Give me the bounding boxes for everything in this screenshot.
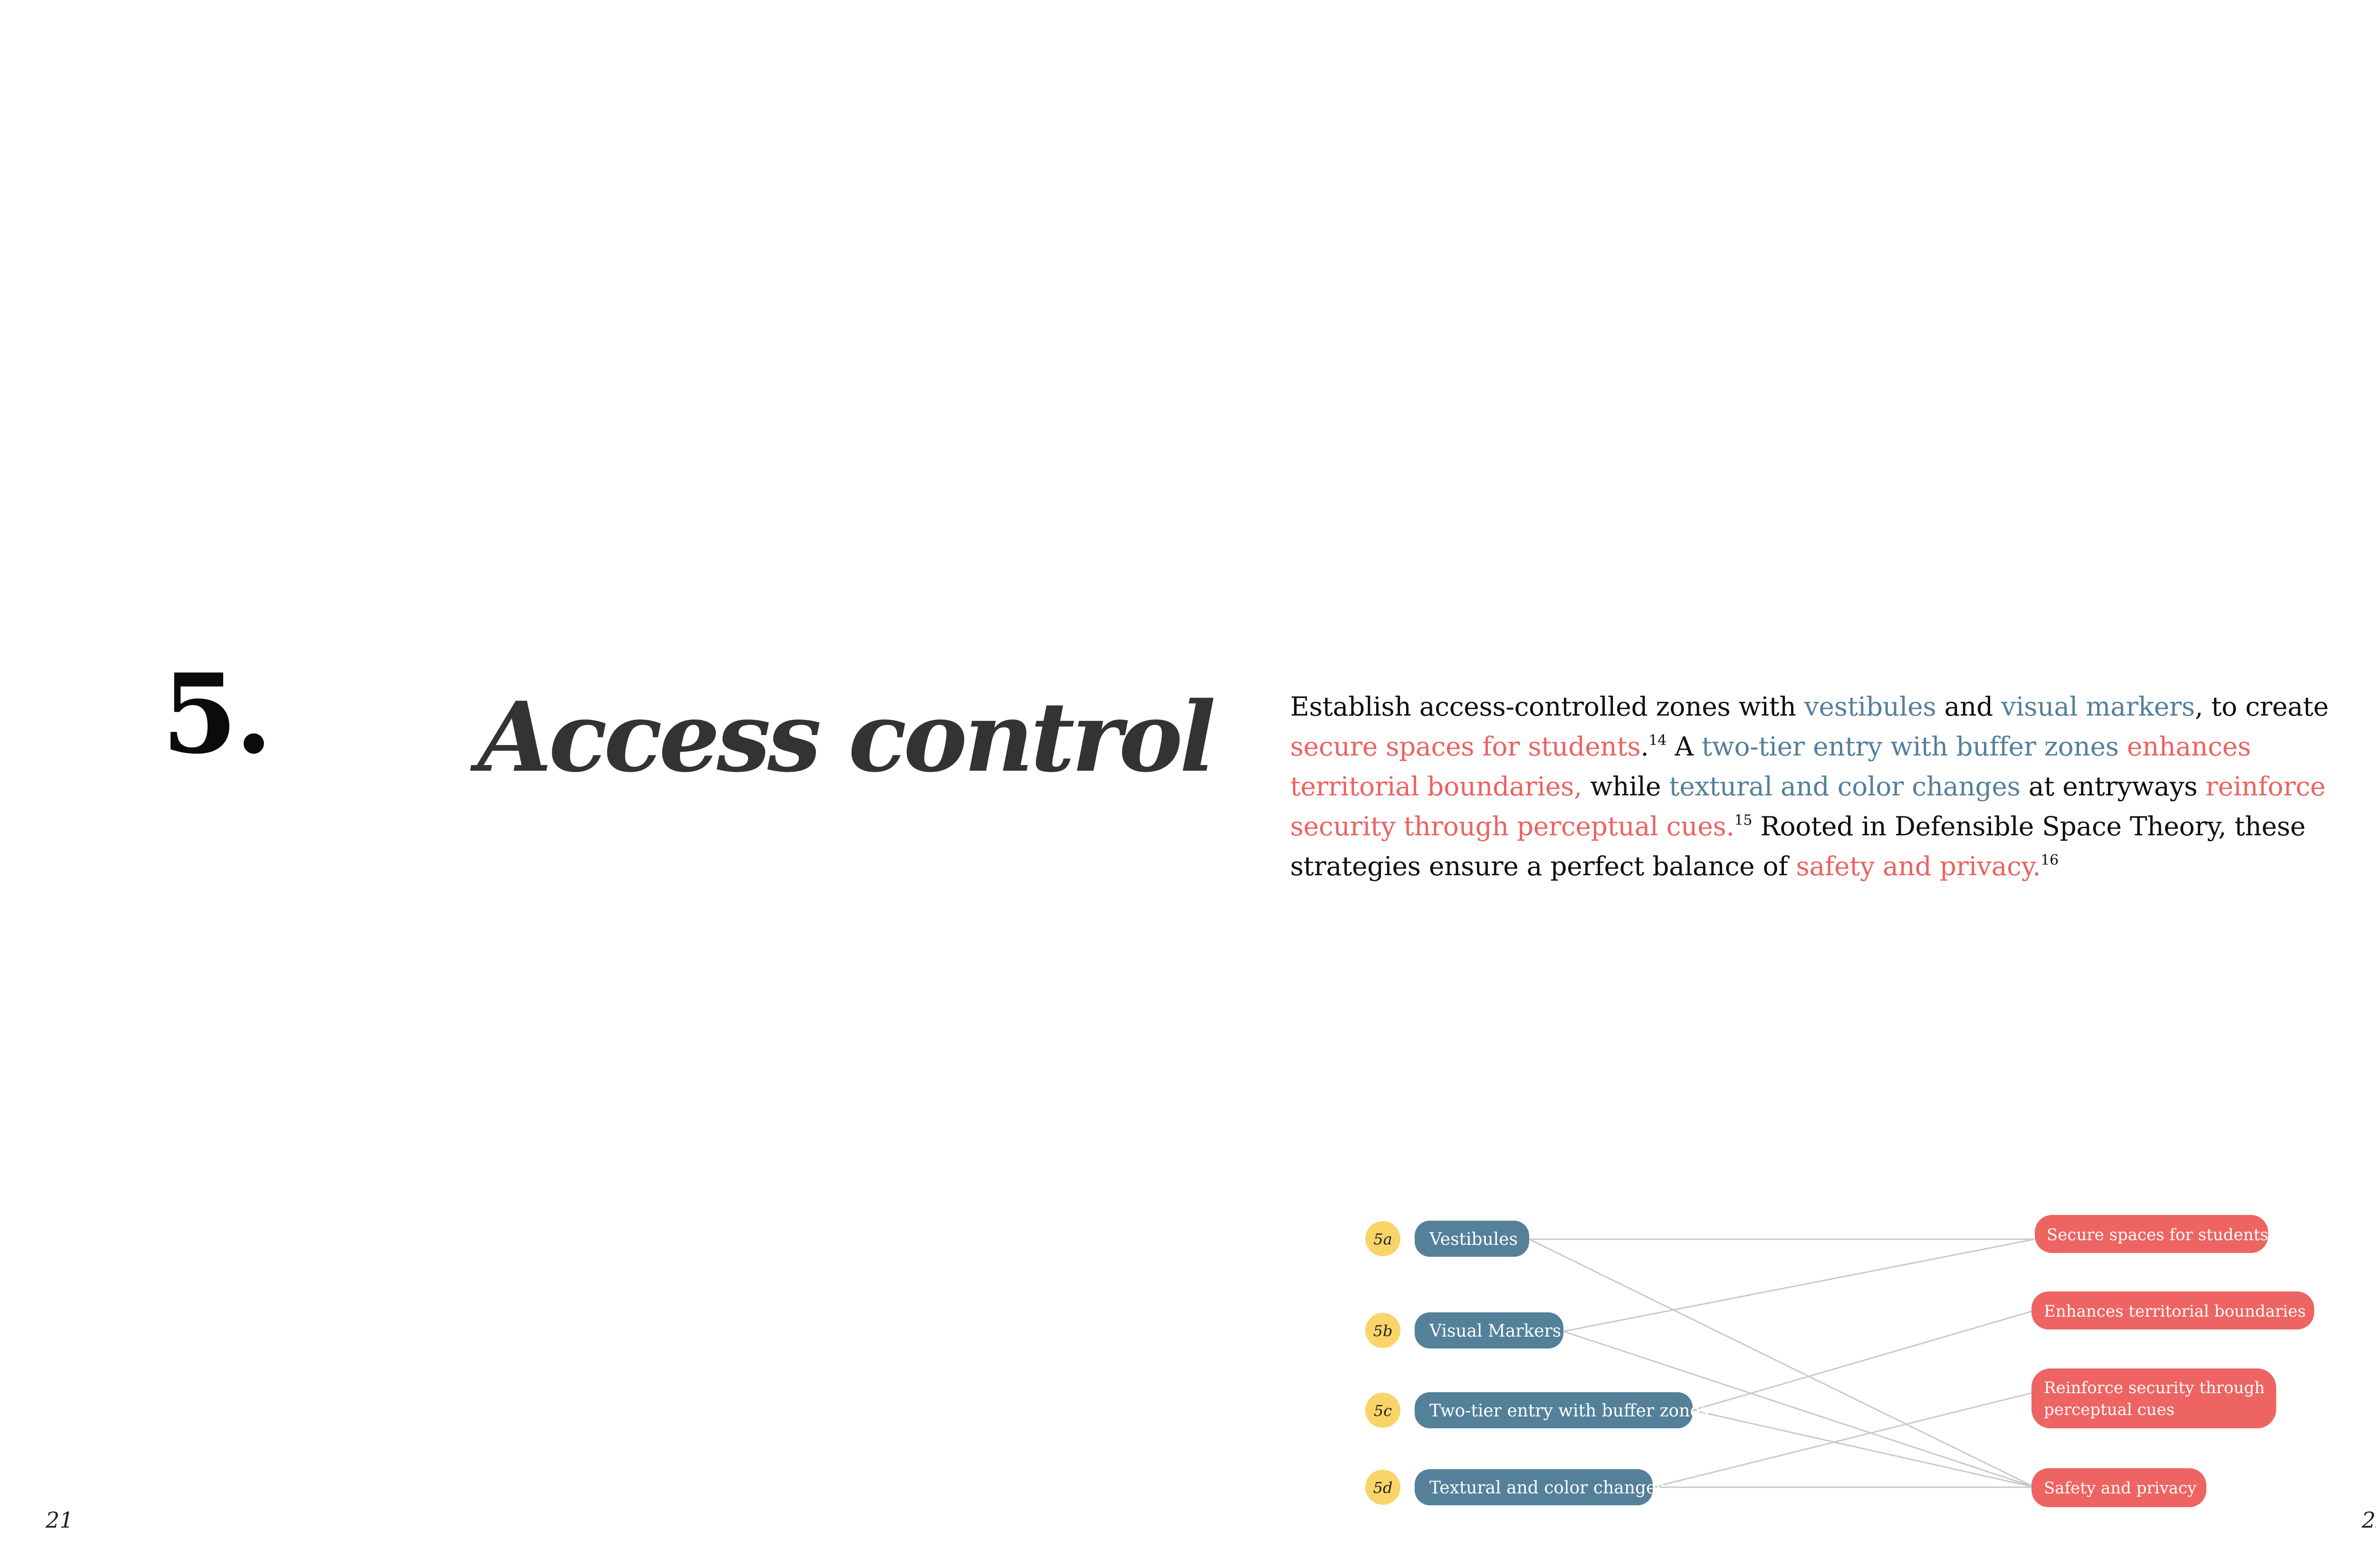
right-node-safety-privacy: Safety and privacy — [2031, 1468, 2206, 1507]
right-node-territorial: Enhances territorial boundaries — [2031, 1291, 2314, 1329]
connector-5a-safety-privacy — [1529, 1238, 2035, 1488]
connector-lines — [1529, 1238, 2035, 1488]
connector-5c-territorial — [1692, 1310, 2035, 1411]
connector-5d-reinforce — [1652, 1391, 2035, 1488]
connector-5b-secure-spaces — [1563, 1238, 2035, 1332]
pill-two-tier-entry-label: Two-tier entry with buffer zones — [1429, 1401, 1709, 1421]
pill-reinforce-label-line1: Reinforce security through — [2044, 1378, 2265, 1397]
pill-safety-privacy-label: Safety and privacy — [2044, 1479, 2197, 1498]
relationship-diagram: 5a Vestibules 5b Visual Markers 5c Two-t… — [1365, 1215, 2314, 1507]
pill-vestibules-label: Vestibules — [1429, 1230, 1518, 1249]
pill-reinforce-label-line2: perceptual cues — [2044, 1400, 2175, 1419]
left-node-5a: 5a Vestibules — [1365, 1221, 1529, 1257]
right-node-reinforce: Reinforce security through perceptual cu… — [2031, 1368, 2276, 1428]
badge-5c-label: 5c — [1374, 1402, 1392, 1420]
pill-visual-markers-label: Visual Markers — [1429, 1321, 1561, 1341]
page-number-left: 21 — [46, 1507, 74, 1533]
badge-5d-label: 5d — [1373, 1479, 1393, 1497]
pill-textural-color-label: Textural and color changes — [1429, 1478, 1665, 1498]
pill-territorial-label: Enhances territorial boundaries — [2044, 1302, 2306, 1321]
badge-5a-label: 5a — [1373, 1230, 1392, 1248]
left-node-5d: 5d Textural and color changes — [1365, 1469, 1665, 1505]
page-number-right: 22 — [2362, 1507, 2376, 1533]
connector-5c-safety-privacy — [1692, 1409, 2035, 1488]
pill-reinforce — [2031, 1368, 2276, 1428]
left-node-5b: 5b Visual Markers — [1365, 1312, 1563, 1348]
right-node-secure-spaces: Secure spaces for students — [2035, 1215, 2268, 1253]
badge-5b-label: 5b — [1373, 1322, 1393, 1340]
left-node-5c: 5c Two-tier entry with buffer zones — [1365, 1392, 1709, 1428]
pill-secure-spaces-label: Secure spaces for students — [2047, 1225, 2268, 1244]
